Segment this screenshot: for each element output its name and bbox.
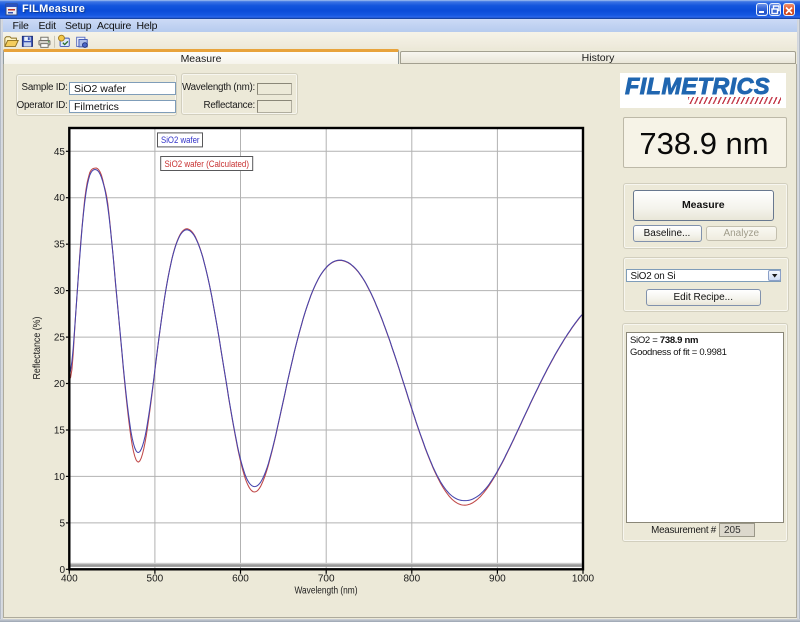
svg-text:30: 30 bbox=[54, 286, 66, 297]
svg-text:700: 700 bbox=[318, 574, 335, 585]
svg-text:Wavelength (nm): Wavelength (nm) bbox=[295, 586, 358, 597]
svg-text:SiO2 wafer: SiO2 wafer bbox=[161, 135, 200, 146]
svg-text:20: 20 bbox=[54, 379, 66, 390]
svg-text:15: 15 bbox=[54, 426, 66, 437]
svg-text:40: 40 bbox=[54, 193, 66, 204]
svg-text:25: 25 bbox=[54, 333, 66, 344]
svg-text:1000: 1000 bbox=[572, 574, 595, 585]
svg-text:10: 10 bbox=[54, 472, 66, 483]
svg-text:Reflectance (%): Reflectance (%) bbox=[32, 317, 43, 380]
svg-text:45: 45 bbox=[54, 147, 66, 158]
svg-text:5: 5 bbox=[59, 518, 65, 529]
svg-text:SiO2 wafer (Calculated): SiO2 wafer (Calculated) bbox=[165, 159, 250, 170]
svg-text:400: 400 bbox=[61, 574, 78, 585]
svg-text:35: 35 bbox=[54, 240, 66, 251]
svg-text:800: 800 bbox=[403, 574, 420, 585]
svg-text:500: 500 bbox=[147, 574, 164, 585]
svg-text:900: 900 bbox=[489, 574, 506, 585]
svg-text:600: 600 bbox=[232, 574, 249, 585]
